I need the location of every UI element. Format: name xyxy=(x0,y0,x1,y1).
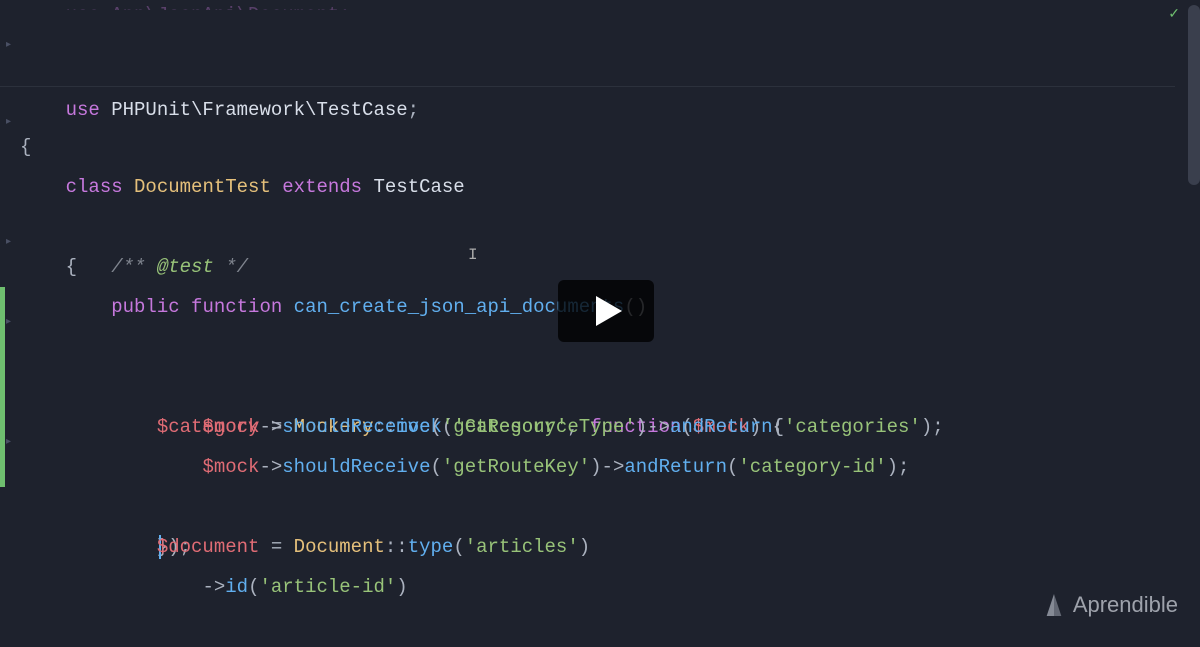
code-line: ▸ class DocumentTest extends TestCase xyxy=(20,87,1175,127)
code-line: { xyxy=(20,127,1175,167)
aprendible-logo-icon xyxy=(1043,592,1065,618)
fold-marker-icon: ▸ xyxy=(6,103,14,111)
change-marker xyxy=(0,407,5,447)
code-line: ▸ use PHPUnit\Framework\TestCase; xyxy=(20,10,1175,50)
fold-marker-icon: ▸ xyxy=(6,26,14,34)
change-marker xyxy=(0,327,5,367)
change-marker xyxy=(0,447,5,487)
code-line: $document = Document::type('articles') xyxy=(20,487,1175,527)
watermark: Aprendible xyxy=(1043,592,1178,618)
check-icon: ✓ xyxy=(1168,6,1180,23)
play-icon xyxy=(596,296,622,326)
code-line xyxy=(20,447,1175,487)
code-line: $mock->shouldReceive('getRouteKey')->and… xyxy=(20,367,1175,407)
play-button[interactable] xyxy=(558,280,654,342)
watermark-text: Aprendible xyxy=(1073,592,1178,618)
change-marker xyxy=(0,367,5,407)
fold-marker-icon: ▸ xyxy=(6,423,14,431)
scroll-thumb[interactable] xyxy=(1188,5,1200,185)
code-line: use App\JsonApi\Document; xyxy=(20,0,1175,10)
code-line: ▸ }); xyxy=(20,407,1175,447)
code-line: /** @test */ xyxy=(20,167,1175,207)
code-line: ▸ public function can_create_json_api_do… xyxy=(20,207,1175,247)
code-line: ->id('article-id') xyxy=(20,527,1175,567)
fold-marker-icon: ▸ xyxy=(6,303,14,311)
change-marker xyxy=(0,287,5,327)
scrollbar[interactable] xyxy=(1185,0,1200,628)
blank-line xyxy=(20,50,1175,86)
fold-marker-icon: ▸ xyxy=(6,223,14,231)
